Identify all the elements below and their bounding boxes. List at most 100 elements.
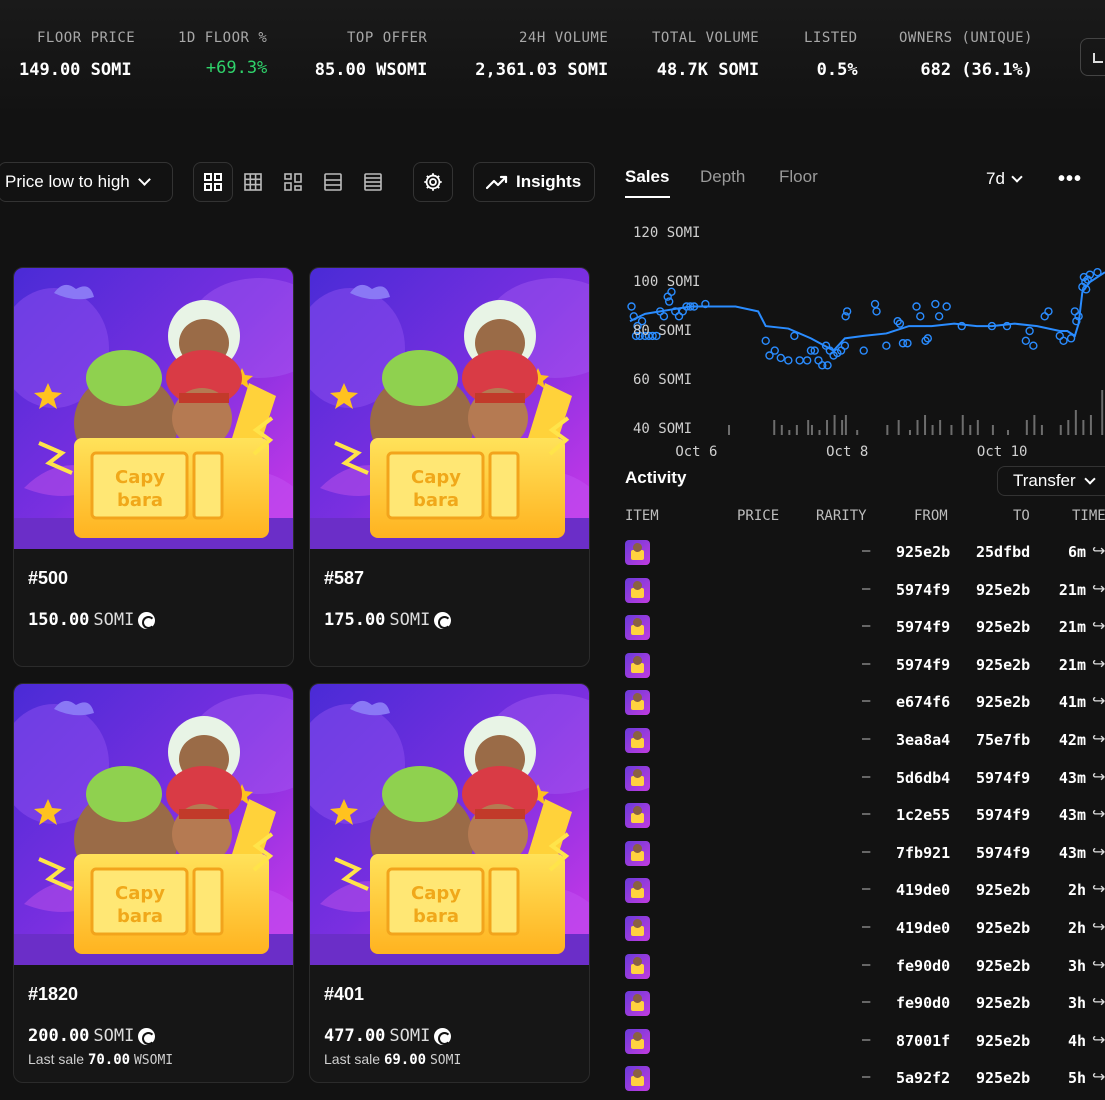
item-thumbnail[interactable]	[625, 690, 650, 716]
from-address[interactable]: fe90d0	[896, 994, 950, 1012]
col-header-rarity[interactable]: RARITY	[816, 508, 867, 524]
to-address[interactable]: 925e2b	[976, 581, 1030, 599]
view-list-button[interactable]	[313, 162, 353, 202]
view-list-dense-button[interactable]	[353, 162, 393, 202]
from-address[interactable]: e674f6	[896, 693, 950, 711]
view-grid-mixed-button[interactable]	[273, 162, 313, 202]
col-header-from[interactable]: FROM	[914, 508, 948, 524]
transfer-link-icon[interactable]: ↪	[1092, 729, 1105, 749]
tab-depth[interactable]: Depth	[700, 167, 745, 187]
tab-floor[interactable]: Floor	[779, 167, 818, 187]
from-address[interactable]: 925e2b	[896, 543, 950, 561]
sale-point[interactable]	[678, 307, 687, 316]
time-range-dropdown[interactable]: 7d	[986, 169, 1023, 189]
transfer-link-icon[interactable]: ↪	[1092, 917, 1105, 937]
sale-point[interactable]	[814, 356, 823, 365]
sale-point[interactable]	[761, 336, 770, 346]
to-address[interactable]: 925e2b	[976, 656, 1030, 674]
sale-point[interactable]	[1070, 307, 1080, 316]
nft-image[interactable]: Capy bara	[14, 684, 293, 965]
to-address[interactable]: 925e2b	[976, 618, 1030, 636]
col-header-to[interactable]: TO	[1013, 508, 1030, 524]
col-header-time[interactable]: TIME	[1072, 508, 1105, 524]
activity-row[interactable]: – fe90d0 925e2b 3h ↪	[612, 989, 1105, 1026]
to-address[interactable]: 925e2b	[976, 693, 1030, 711]
to-address[interactable]: 925e2b	[976, 1032, 1030, 1050]
activity-row[interactable]: – 1c2e55 5974f9 43m ↪	[612, 801, 1105, 838]
item-thumbnail[interactable]	[625, 840, 650, 866]
nft-image[interactable]: Capy bara	[14, 268, 293, 549]
sale-point[interactable]	[934, 312, 944, 321]
activity-row[interactable]: – 5d6db4 5974f9 43m ↪	[612, 764, 1105, 801]
item-thumbnail[interactable]	[625, 540, 650, 565]
transfer-link-icon[interactable]: ↪	[1092, 992, 1105, 1012]
nft-card[interactable]: Capy bara #401 477.00 SOMI Last sale 69.…	[309, 683, 590, 1083]
sale-point[interactable]	[674, 312, 684, 321]
transfer-link-icon[interactable]: ↪	[1092, 1067, 1105, 1087]
item-thumbnail[interactable]	[625, 728, 650, 753]
sale-point[interactable]	[872, 307, 881, 316]
sale-point[interactable]	[903, 339, 912, 348]
item-thumbnail[interactable]	[625, 916, 650, 941]
item-thumbnail[interactable]	[625, 803, 650, 829]
sale-point[interactable]	[870, 299, 880, 309]
activity-row[interactable]: – 3ea8a4 75e7fb 42m ↪	[612, 726, 1105, 763]
view-grid-small-button[interactable]	[233, 162, 273, 202]
sale-point[interactable]	[942, 302, 951, 311]
sale-point[interactable]	[916, 312, 925, 321]
nft-image[interactable]: Capy bara	[310, 268, 589, 549]
from-address[interactable]: 1c2e55	[896, 806, 950, 824]
sale-point[interactable]	[1044, 307, 1053, 316]
item-thumbnail[interactable]	[625, 1028, 650, 1054]
sale-point[interactable]	[802, 356, 812, 365]
from-address[interactable]: 7fb921	[896, 844, 950, 862]
to-address[interactable]: 5974f9	[976, 844, 1030, 862]
sale-point[interactable]	[790, 331, 799, 341]
sale-point[interactable]	[659, 312, 669, 321]
sale-point[interactable]	[1055, 331, 1064, 341]
to-address[interactable]: 5974f9	[976, 769, 1030, 787]
nft-image[interactable]: Capy bara	[310, 684, 589, 965]
item-thumbnail[interactable]	[625, 1066, 650, 1092]
item-thumbnail[interactable]	[625, 577, 650, 603]
transfer-link-icon[interactable]: ↪	[1092, 579, 1105, 599]
sale-point[interactable]	[912, 302, 921, 311]
item-thumbnail[interactable]	[625, 878, 650, 904]
settings-button[interactable]	[413, 162, 453, 202]
to-address[interactable]: 925e2b	[976, 881, 1030, 899]
from-address[interactable]: 5d6db4	[896, 769, 950, 787]
sale-point[interactable]	[859, 346, 868, 355]
sale-point[interactable]	[840, 341, 850, 350]
sale-point[interactable]	[1040, 312, 1049, 321]
to-address[interactable]: 25dfbd	[976, 543, 1030, 561]
nft-card[interactable]: Capy bara #587 175.00 SOMI	[309, 267, 590, 667]
activity-row[interactable]: – 87001f 925e2b 4h ↪	[612, 1027, 1105, 1064]
item-thumbnail[interactable]	[625, 991, 650, 1017]
from-address[interactable]: 5974f9	[896, 656, 950, 674]
col-header-price[interactable]: PRICE	[737, 508, 779, 524]
expand-button[interactable]	[1080, 38, 1105, 76]
to-address[interactable]: 925e2b	[976, 957, 1030, 975]
view-grid-large-button[interactable]	[193, 162, 233, 202]
nft-card[interactable]: Capy bara #1820 200.00 SOMI Last sale 70…	[13, 683, 294, 1083]
from-address[interactable]: fe90d0	[896, 957, 950, 975]
item-thumbnail[interactable]	[625, 953, 650, 979]
transfer-link-icon[interactable]: ↪	[1092, 691, 1105, 711]
sale-point[interactable]	[627, 302, 636, 311]
insights-button[interactable]: Insights	[473, 162, 595, 202]
sale-point[interactable]	[1066, 334, 1076, 343]
to-address[interactable]: 75e7fb	[976, 731, 1030, 749]
transfer-link-icon[interactable]: ↪	[1092, 955, 1105, 975]
from-address[interactable]: 87001f	[896, 1032, 950, 1050]
item-thumbnail[interactable]	[625, 615, 650, 641]
activity-row[interactable]: – 5a92f2 925e2b 5h ↪	[612, 1064, 1105, 1100]
transfer-link-icon[interactable]: ↪	[1092, 804, 1105, 824]
from-address[interactable]: 5a92f2	[896, 1069, 950, 1087]
from-address[interactable]: 419de0	[896, 919, 950, 937]
more-options-button[interactable]: •••	[1058, 168, 1082, 191]
sale-point[interactable]	[1059, 336, 1068, 346]
activity-row[interactable]: – 419de0 925e2b 2h ↪	[612, 876, 1105, 913]
activity-row[interactable]: – 5974f9 925e2b 21m ↪	[612, 576, 1105, 613]
from-address[interactable]: 3ea8a4	[896, 731, 950, 749]
to-address[interactable]: 5974f9	[976, 806, 1030, 824]
